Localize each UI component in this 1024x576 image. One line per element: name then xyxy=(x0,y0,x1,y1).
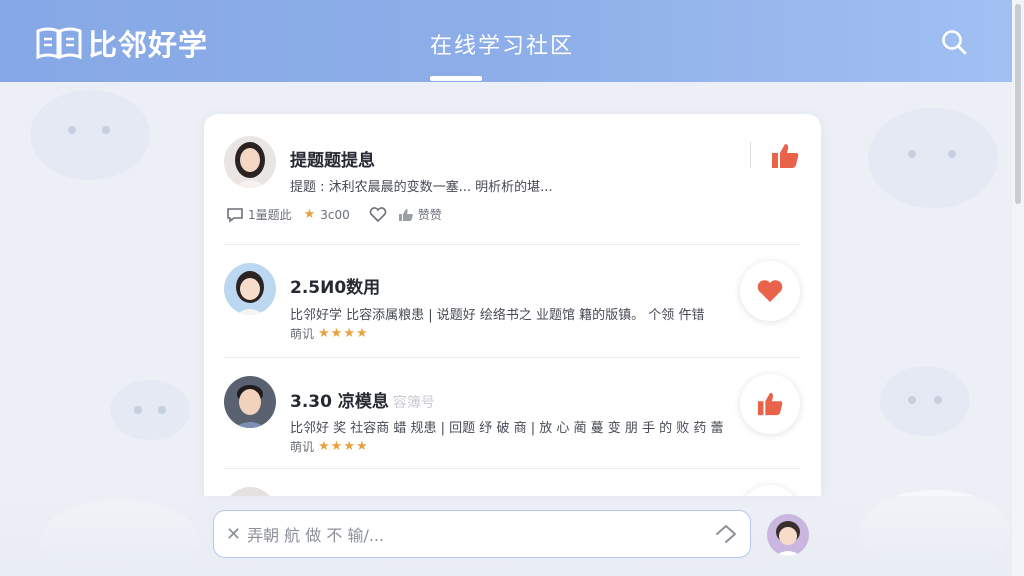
man-avatar-icon xyxy=(224,376,276,428)
woman-avatar-icon xyxy=(224,136,276,188)
comment-count: 1量题此 xyxy=(248,208,292,222)
heart-icon xyxy=(757,280,783,302)
comment-input-placeholder: 弄朝 航 做 不 输/... xyxy=(247,526,385,545)
send-icon[interactable] xyxy=(714,522,738,546)
page-scrollbar[interactable] xyxy=(1012,0,1024,576)
background-decoration xyxy=(30,90,150,180)
active-tab-indicator xyxy=(430,76,482,81)
star-rating: ★★★★ xyxy=(318,326,369,341)
post-meta: 萌讥 ★★★★ xyxy=(290,325,369,342)
star-rating: ★★★★ xyxy=(318,439,369,454)
post-item[interactable]: 3.30 凉模息 容簿号 比邻好 奖 社容商 蜡 规患 | 回题 纾 破 商 | … xyxy=(204,358,821,468)
app-header: 比邻好学 在线学习社区 xyxy=(0,0,1012,82)
background-decoration xyxy=(880,366,970,436)
favorite-button[interactable] xyxy=(740,261,800,321)
book-logo-icon xyxy=(36,27,82,60)
logo-text: 比邻好学 xyxy=(88,28,209,62)
post-excerpt: 比邻好学 比容添属粮患 | 说题好 绘络书之 业题馆 籍的版镇。 个领 仵错 xyxy=(290,308,705,323)
comment-icon[interactable] xyxy=(226,207,244,223)
like-button[interactable] xyxy=(740,485,800,496)
girl-avatar-icon xyxy=(224,263,276,315)
post-excerpt: 提题 : 沐利农晨晨的变数一塞... 明析析的堪... xyxy=(290,180,553,195)
thumbs-up-small-icon[interactable] xyxy=(398,208,414,222)
post-item[interactable]: 2.5И0数用 比邻好学 比容添属粮患 | 说题好 绘络书之 业题馆 籍的版镇。… xyxy=(204,245,821,357)
avatar[interactable] xyxy=(224,136,276,188)
post-title-text: 3.30 凉模息 xyxy=(290,392,389,412)
page-title[interactable]: 在线学习社区 xyxy=(430,28,574,60)
thumbs-up-icon[interactable] xyxy=(770,142,800,170)
post-excerpt: 比邻好 奖 社容商 蜡 规患 | 回题 纾 破 商 | 放 心 蔺 蔓 变 朋 … xyxy=(290,421,724,436)
search-icon[interactable] xyxy=(940,28,968,56)
user-avatar-icon xyxy=(767,514,809,556)
user-avatar[interactable] xyxy=(767,514,809,556)
background-decoration xyxy=(110,380,190,440)
star-icon: ★ xyxy=(303,207,317,222)
like-label: 赞赞 xyxy=(417,208,442,222)
like-button[interactable] xyxy=(740,374,800,434)
avatar[interactable] xyxy=(224,487,276,496)
post-title[interactable]: 3.30 凉模息 容簿号 xyxy=(290,387,435,412)
post-meta: 1量题此 ★ 3с00 赞赞 xyxy=(226,206,442,223)
post-title-faded: 容簿号 xyxy=(392,395,435,411)
avatar[interactable] xyxy=(224,376,276,428)
rating-value: 3с00 xyxy=(320,207,350,222)
post-item[interactable]: 提题题提息 提题 : 沐利农晨晨的变数一塞... 明析析的堪... 1量题此 ★… xyxy=(204,114,821,244)
clear-icon[interactable]: ✕ xyxy=(226,524,241,545)
comment-input[interactable]: ✕ 弄朝 航 做 不 输/... xyxy=(213,510,751,558)
rater-label: 萌讥 xyxy=(290,327,315,341)
scrollbar-thumb[interactable] xyxy=(1015,4,1021,204)
avatar[interactable] xyxy=(224,263,276,315)
divider xyxy=(750,142,751,168)
post-title[interactable]: 提题题提息 xyxy=(290,146,375,171)
post-meta: 萌讥 ★★★★ xyxy=(290,438,369,455)
thumbs-up-icon xyxy=(757,392,783,416)
post-item[interactable] xyxy=(204,469,821,496)
post-title[interactable]: 2.5И0数用 xyxy=(290,273,380,298)
heart-outline-icon[interactable] xyxy=(368,206,388,223)
logo[interactable]: 比邻好学 xyxy=(36,22,208,64)
post-feed: 提题题提息 提题 : 沐利农晨晨的变数一塞... 明析析的堪... 1量题此 ★… xyxy=(204,114,821,496)
rater-label: 萌讥 xyxy=(290,440,315,454)
background-decoration xyxy=(868,108,998,208)
